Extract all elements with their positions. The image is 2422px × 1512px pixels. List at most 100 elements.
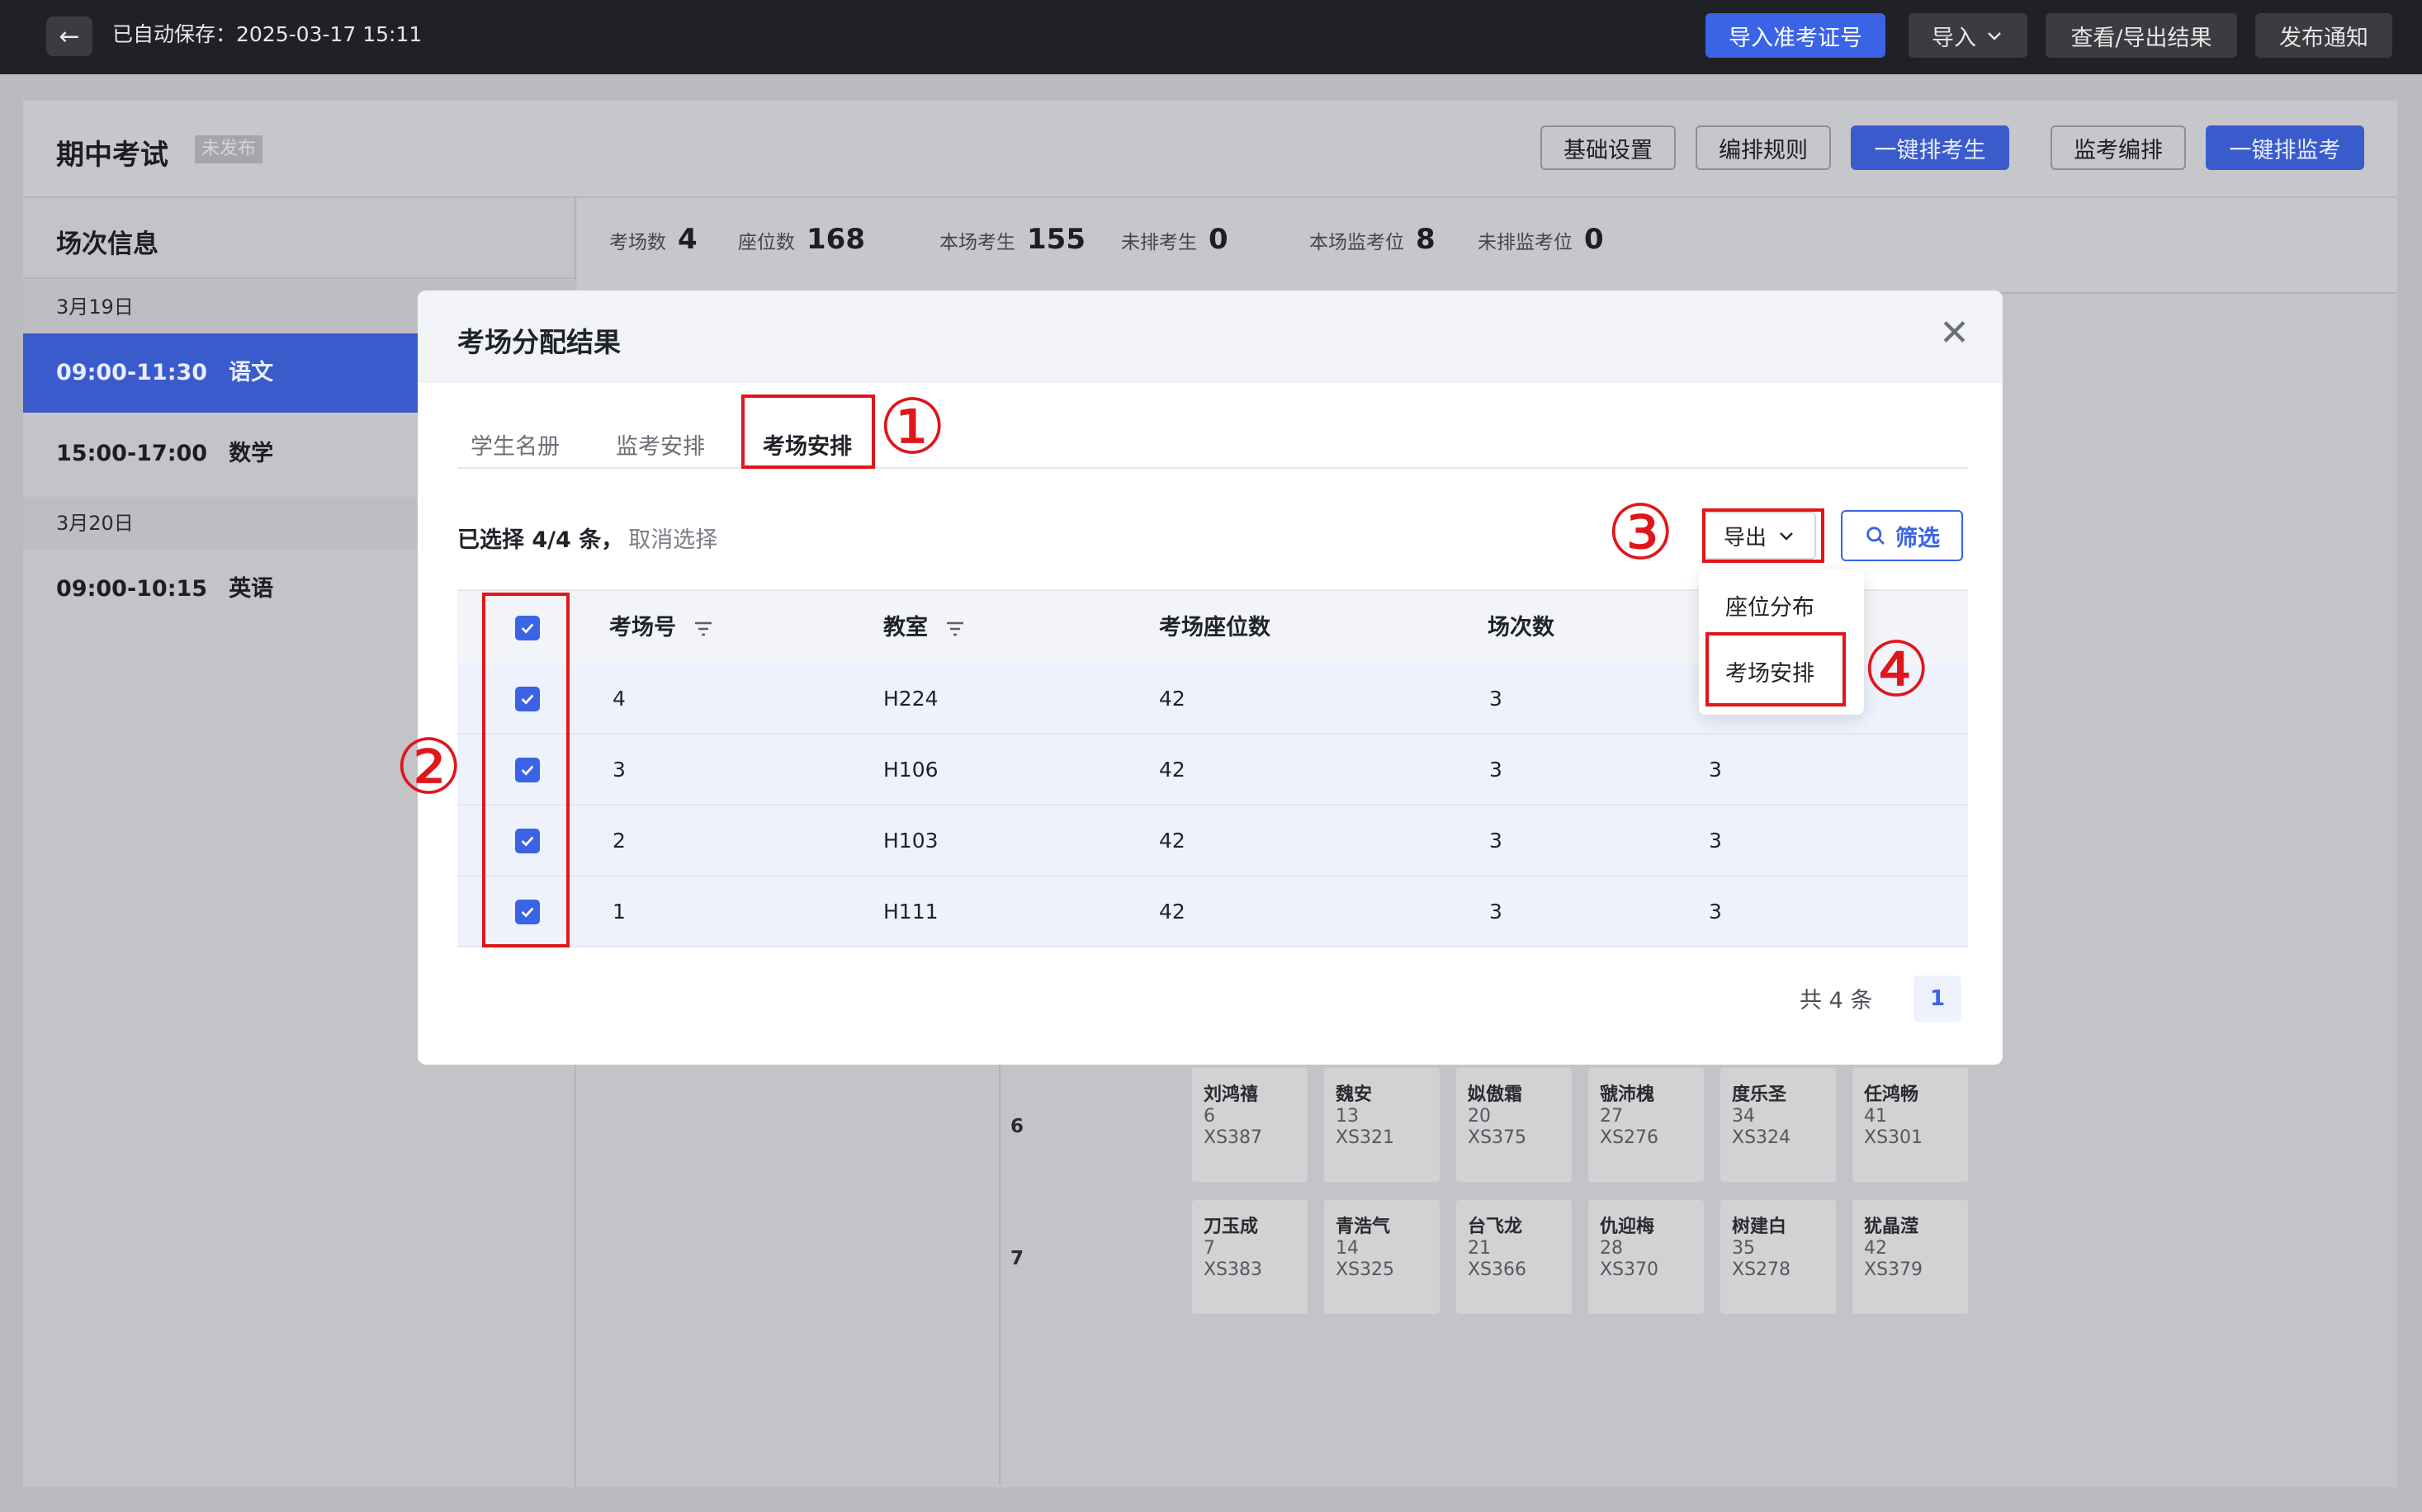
stat-unassigned-proctors: 未排监考位 0 <box>1478 223 1604 256</box>
student-name: 任鸿畅 <box>1864 1084 1919 1105</box>
cell-session-count: 3 <box>1489 900 1502 924</box>
seat-card[interactable]: 台飞龙 21 XS366 <box>1456 1200 1572 1314</box>
stat-seats: 座位数 168 <box>738 223 865 256</box>
stat-proctor-slots: 本场监考位 8 <box>1309 223 1436 256</box>
student-name: 树建白 <box>1732 1217 1787 1237</box>
stat-value: 0 <box>1209 223 1228 256</box>
table-row[interactable]: 1 H111 42 3 3 <box>457 876 1968 947</box>
seat-card[interactable]: 魏安 13 XS321 <box>1324 1068 1440 1182</box>
seat-card[interactable]: 度乐圣 34 XS324 <box>1720 1068 1836 1182</box>
cell-room-number: 4 <box>613 687 626 711</box>
cell-extra: 3 <box>1709 900 1722 924</box>
status-badge: 未发布 <box>195 135 263 163</box>
annotation-number: ② <box>395 723 463 811</box>
student-id: XS324 <box>1732 1127 1791 1148</box>
publish-notice-button[interactable]: 发布通知 <box>2255 13 2392 58</box>
session-subject: 数学 <box>229 441 274 466</box>
cell-session-count: 3 <box>1489 758 1502 782</box>
student-name: 魏安 <box>1336 1084 1373 1105</box>
annotation-box <box>1705 632 1846 706</box>
student-name: 刘鸿禧 <box>1204 1084 1259 1105</box>
filter-lines-icon[interactable] <box>945 620 965 638</box>
auto-arrange-proctors-button[interactable]: 一键排监考 <box>2206 125 2364 170</box>
student-id: XS366 <box>1468 1259 1527 1280</box>
auto-arrange-students-button[interactable]: 一键排考生 <box>1851 125 2009 170</box>
stat-label: 未排监考位 <box>1478 232 1573 253</box>
arrow-left-icon: ← <box>59 21 80 51</box>
cell-seat-count: 42 <box>1159 758 1185 782</box>
stat-students: 本场考生 155 <box>939 223 1086 256</box>
cell-extra: 3 <box>1709 829 1722 853</box>
student-name: 度乐圣 <box>1732 1084 1787 1105</box>
cell-seat-count: 42 <box>1159 829 1185 853</box>
close-icon[interactable]: ✕ <box>1939 312 1970 354</box>
cell-classroom: H103 <box>883 829 939 853</box>
column-session-count: 场次数 <box>1488 615 1554 640</box>
column-room-number[interactable]: 考场号 <box>609 591 713 665</box>
student-name: 犹晶滢 <box>1864 1217 1919 1237</box>
tab-proctor-arrangement[interactable]: 监考安排 <box>616 414 705 480</box>
stat-label: 考场数 <box>609 232 666 253</box>
view-export-results-button[interactable]: 查看/导出结果 <box>2046 13 2237 58</box>
back-button[interactable]: ← <box>46 17 92 56</box>
annotation-number: ③ <box>1606 489 1675 577</box>
page-header <box>23 101 2397 198</box>
basic-settings-button[interactable]: 基础设置 <box>1540 125 1676 170</box>
student-id: XS379 <box>1864 1259 1923 1280</box>
stat-label: 未排考生 <box>1121 232 1197 253</box>
seat-card[interactable]: 刀玉成 7 XS383 <box>1192 1200 1308 1314</box>
cancel-selection-link[interactable]: 取消选择 <box>628 527 717 553</box>
annotation-number: ④ <box>1862 626 1931 714</box>
seat-row-label: 7 <box>1010 1248 1024 1269</box>
seat-card[interactable]: 犹晶滢 42 XS379 <box>1852 1200 1968 1314</box>
stat-value: 0 <box>1584 223 1604 256</box>
seat-card[interactable]: 刘鸿禧 6 XS387 <box>1192 1068 1308 1182</box>
proctor-arrange-button[interactable]: 监考编排 <box>2051 125 2186 170</box>
cell-room-number: 1 <box>613 900 626 924</box>
filter-lines-icon[interactable] <box>693 620 713 638</box>
table-row[interactable]: 2 H103 42 3 3 <box>457 806 1968 876</box>
session-time: 15:00-17:00 <box>56 441 208 466</box>
seat-number: 14 <box>1336 1238 1359 1259</box>
table-row[interactable]: 3 H106 42 3 3 <box>457 735 1968 806</box>
annotation-box <box>482 593 570 947</box>
session-subject: 英语 <box>229 576 274 602</box>
column-classroom[interactable]: 教室 <box>883 591 965 665</box>
tab-student-roster[interactable]: 学生名册 <box>471 414 560 480</box>
annotation-box <box>741 395 875 469</box>
seat-number: 7 <box>1204 1238 1215 1259</box>
student-id: XS387 <box>1204 1127 1263 1148</box>
stat-label: 本场考生 <box>939 232 1015 253</box>
seat-number: 42 <box>1864 1238 1887 1259</box>
selection-summary: 已选择 4/4 条， 取消选择 <box>457 522 717 554</box>
import-dropdown-button[interactable]: 导入 <box>1909 13 2027 58</box>
seat-card[interactable]: 树建白 35 XS278 <box>1720 1200 1836 1314</box>
student-name: 仇迎梅 <box>1600 1217 1655 1237</box>
seat-card[interactable]: 任鸿畅 41 XS301 <box>1852 1068 1968 1182</box>
column-seat-count: 考场座位数 <box>1159 615 1270 640</box>
page-title: 期中考试 <box>56 139 168 172</box>
stat-rooms: 考场数 4 <box>609 223 698 256</box>
seat-number: 41 <box>1864 1106 1887 1127</box>
import-ticket-button[interactable]: 导入准考证号 <box>1705 13 1885 58</box>
seat-number: 6 <box>1204 1106 1215 1127</box>
column-label: 教室 <box>883 615 928 640</box>
seat-card[interactable]: 姒傲霜 20 XS375 <box>1456 1068 1572 1182</box>
filter-button[interactable]: 筛选 <box>1841 510 1963 561</box>
seat-card[interactable]: 虢沛槐 27 XS276 <box>1588 1068 1704 1182</box>
cell-classroom: H224 <box>883 687 939 711</box>
cell-classroom: H106 <box>883 758 939 782</box>
pagination-page[interactable]: 1 <box>1913 976 1961 1022</box>
annotation-number: ① <box>878 383 947 471</box>
filter-label: 筛选 <box>1895 525 1940 551</box>
rules-button[interactable]: 编排规则 <box>1696 125 1831 170</box>
stat-value: 8 <box>1416 223 1436 256</box>
menu-item-seat-distribution[interactable]: 座位分布 <box>1725 589 1814 621</box>
selected-count: 已选择 4/4 条， <box>457 527 624 553</box>
seat-number: 27 <box>1600 1106 1623 1127</box>
student-id: XS301 <box>1864 1127 1923 1148</box>
seat-card[interactable]: 仇迎梅 28 XS370 <box>1588 1200 1704 1314</box>
session-time: 09:00-11:30 <box>56 360 208 385</box>
cell-room-number: 3 <box>613 758 626 782</box>
seat-card[interactable]: 青浩气 14 XS325 <box>1324 1200 1440 1314</box>
